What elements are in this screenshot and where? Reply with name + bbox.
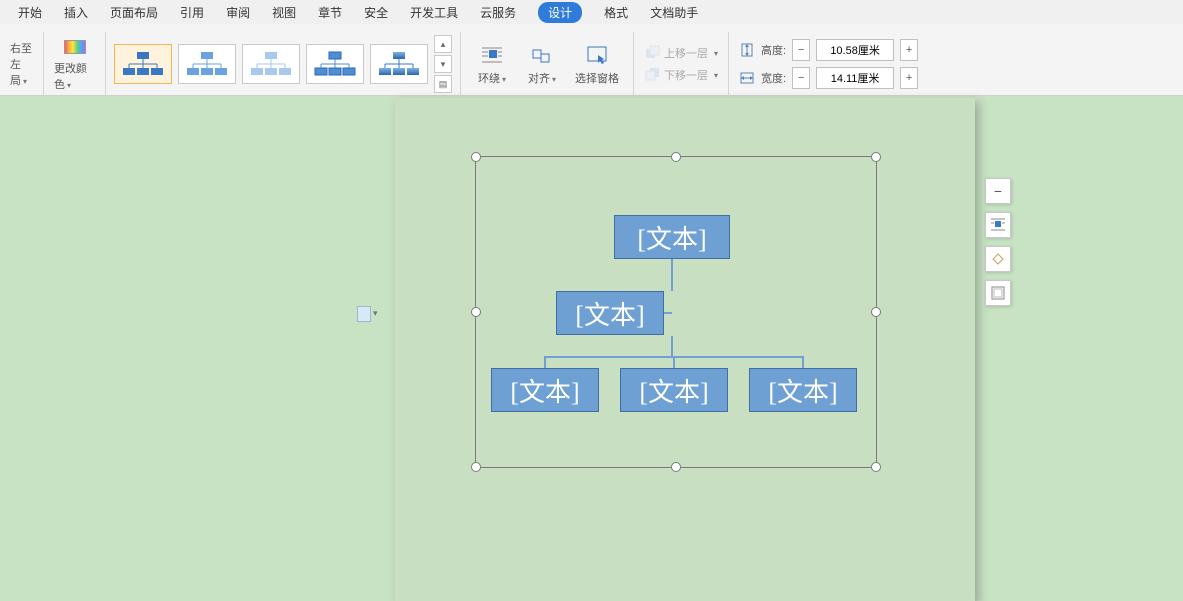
resize-handle-tr[interactable] — [871, 152, 881, 162]
paste-options-caret[interactable]: ▾ — [373, 308, 378, 319]
gallery-down[interactable]: ▾ — [434, 55, 452, 73]
tab-format[interactable]: 格式 — [604, 4, 628, 21]
height-icon — [739, 42, 755, 58]
gallery-item-3[interactable] — [242, 44, 300, 84]
resize-handle-l[interactable] — [471, 307, 481, 317]
height-inc[interactable]: + — [900, 39, 918, 61]
resize-handle-tl[interactable] — [471, 152, 481, 162]
workspace: ▾ [文本] [文本] [文本] [文本] [文本] − — [0, 96, 1183, 601]
tab-review[interactable]: 审阅 — [226, 4, 250, 21]
document-page[interactable]: ▾ [文本] [文本] [文本] [文本] [文本] − — [395, 98, 975, 601]
wrap-icon — [990, 217, 1006, 233]
wrap-icon — [469, 42, 515, 70]
change-color-button[interactable]: 更改颜色▾ — [44, 32, 106, 96]
ribbon: 右至左 局▾ 更改颜色▾ ▴ ▾ ▤ — [0, 24, 1183, 96]
z-order-group: 上移一层▾ 下移一层▾ — [634, 32, 729, 96]
tab-security[interactable]: 安全 — [364, 4, 388, 21]
gallery-item-5[interactable] — [370, 44, 428, 84]
tab-design[interactable]: 设计 — [538, 2, 582, 23]
rtl-label-1: 右至左 — [10, 40, 33, 72]
tab-chapter[interactable]: 章节 — [318, 4, 342, 21]
width-inc[interactable]: + — [900, 67, 918, 89]
width-label: 宽度: — [761, 70, 786, 86]
width-icon — [739, 70, 755, 86]
selection-pane-icon — [569, 42, 625, 70]
tab-view[interactable]: 视图 — [272, 4, 296, 21]
gallery-more[interactable]: ▤ — [434, 75, 452, 93]
tab-insert[interactable]: 插入 — [64, 4, 88, 21]
align-button[interactable]: 对齐▾ — [519, 42, 565, 86]
send-backward-label: 下移一层 — [664, 67, 708, 83]
bring-forward-label: 上移一层 — [664, 45, 708, 61]
float-border-button[interactable] — [985, 280, 1011, 306]
tab-start[interactable]: 开始 — [18, 4, 42, 21]
border-icon — [990, 285, 1006, 301]
rtl-label-2: 局▾ — [10, 72, 27, 88]
resize-handle-b[interactable] — [671, 462, 681, 472]
bring-forward-button[interactable]: 上移一层▾ — [644, 45, 718, 61]
arrange-tools: 环绕▾ 对齐▾ 选择窗格 — [461, 32, 634, 96]
palette-icon — [64, 36, 86, 58]
gallery-item-1[interactable] — [114, 44, 172, 84]
float-wrap-button[interactable] — [985, 212, 1011, 238]
tab-cloud[interactable]: 云服务 — [480, 4, 516, 21]
tab-pagelayout[interactable]: 页面布局 — [110, 4, 158, 21]
selection-pane-label: 选择窗格 — [575, 73, 619, 85]
object-float-toolbar: − — [985, 178, 1011, 306]
layout-icon — [990, 251, 1006, 267]
gallery-item-4[interactable] — [306, 44, 364, 84]
height-dec[interactable]: − — [792, 39, 810, 61]
tab-dochelper[interactable]: 文档助手 — [650, 4, 698, 21]
width-dec[interactable]: − — [792, 67, 810, 89]
wrap-label: 环绕 — [478, 73, 500, 85]
align-label: 对齐 — [528, 73, 550, 85]
resize-handle-br[interactable] — [871, 462, 881, 472]
size-group: 高度: − + 宽度: − + — [729, 32, 928, 96]
smartart-style-gallery: ▴ ▾ ▤ — [106, 32, 461, 96]
width-input[interactable] — [816, 67, 894, 89]
rtl-group[interactable]: 右至左 局▾ — [0, 32, 44, 96]
float-collapse-button[interactable]: − — [985, 178, 1011, 204]
height-label: 高度: — [761, 42, 786, 58]
resize-handle-t[interactable] — [671, 152, 681, 162]
gallery-item-2[interactable] — [178, 44, 236, 84]
tab-reference[interactable]: 引用 — [180, 4, 204, 21]
float-layout-button[interactable] — [985, 246, 1011, 272]
tab-devtools[interactable]: 开发工具 — [410, 4, 458, 21]
selection-frame[interactable] — [475, 156, 877, 468]
paste-options-icon[interactable] — [357, 306, 371, 322]
gallery-up[interactable]: ▴ — [434, 35, 452, 53]
menu-tabstrip: 开始 插入 页面布局 引用 审阅 视图 章节 安全 开发工具 云服务 设计 格式… — [0, 0, 1183, 24]
resize-handle-bl[interactable] — [471, 462, 481, 472]
resize-handle-r[interactable] — [871, 307, 881, 317]
height-input[interactable] — [816, 39, 894, 61]
align-icon — [519, 42, 565, 70]
gallery-scroll: ▴ ▾ ▤ — [434, 35, 452, 93]
selection-pane-button[interactable]: 选择窗格 — [569, 42, 625, 86]
text-wrap-button[interactable]: 环绕▾ — [469, 42, 515, 86]
send-backward-button[interactable]: 下移一层▾ — [644, 67, 718, 83]
